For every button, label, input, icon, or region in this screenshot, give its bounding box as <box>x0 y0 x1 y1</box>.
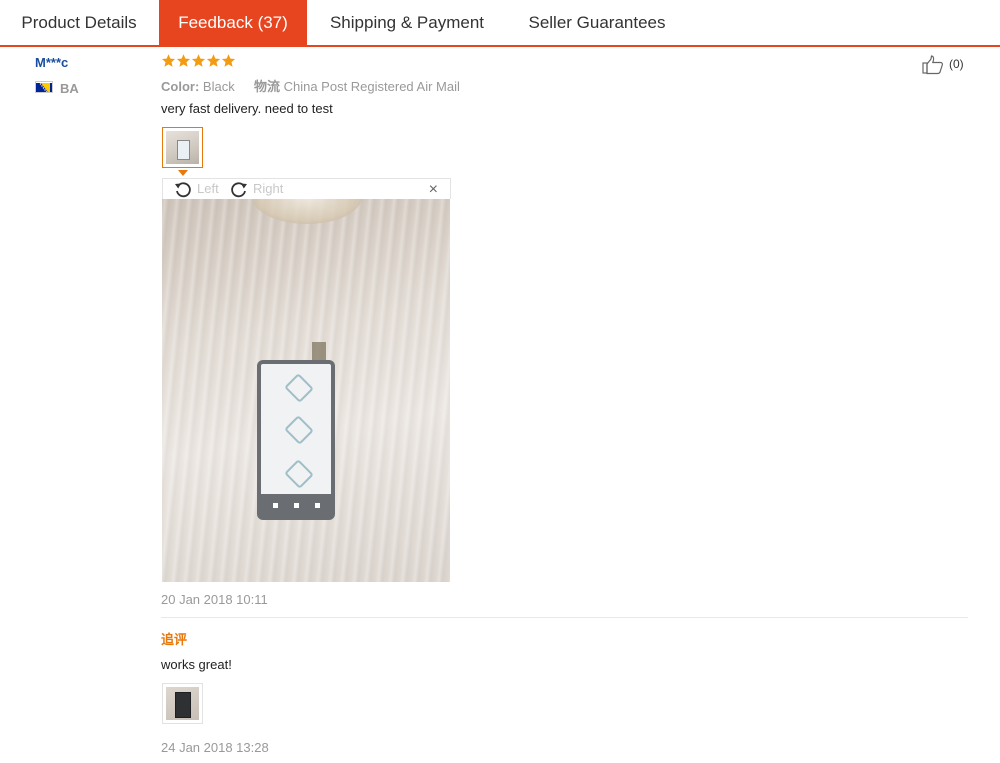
divider <box>161 617 968 618</box>
rotate-left-icon <box>175 182 191 198</box>
color-value: Black <box>202 79 235 94</box>
star-icon <box>221 54 236 67</box>
logistics-key: 物流 <box>253 79 280 94</box>
logistics-value: China Post Registered Air Mail <box>283 79 460 94</box>
tab-shipping-payment[interactable]: Shipping & Payment <box>307 0 507 45</box>
rotate-right-label: Right <box>253 181 284 196</box>
review-photo-large <box>162 199 450 582</box>
country-flag-icon <box>35 81 53 93</box>
rotate-right-button[interactable]: Right <box>229 179 299 199</box>
helpful-count: (0) <box>949 57 964 71</box>
review-date: 20 Jan 2018 10:11 <box>161 592 268 607</box>
selected-caret-icon <box>178 170 188 176</box>
buyer-name: M***c <box>35 55 69 70</box>
star-icon <box>176 54 191 67</box>
rotate-left-label: Left <box>197 181 219 196</box>
additional-feedback-text: works great! <box>161 657 232 672</box>
star-icon <box>191 54 206 67</box>
additional-photo-thumbnail[interactable] <box>162 683 203 724</box>
tab-product-details[interactable]: Product Details <box>0 0 158 45</box>
photo-viewer-toolbar: Left Right × <box>162 178 451 199</box>
rotate-left-button[interactable]: Left <box>173 179 223 199</box>
rotate-right-icon <box>231 182 247 198</box>
color-key: Color: <box>161 79 200 94</box>
buyer-country: BA <box>60 81 79 96</box>
review-attributes: Color: Black 物流 China Post Registered Ai… <box>161 76 460 95</box>
rating-stars <box>161 53 236 69</box>
tab-seller-guarantees[interactable]: Seller Guarantees <box>507 0 687 45</box>
star-icon <box>206 54 221 67</box>
tab-feedback[interactable]: Feedback (37) <box>159 0 307 45</box>
review-text: very fast delivery. need to test <box>161 101 333 116</box>
star-icon <box>161 54 176 67</box>
close-icon[interactable]: × <box>429 180 438 200</box>
review-photo-thumbnail[interactable] <box>162 127 203 168</box>
thumbnail-image <box>166 687 199 720</box>
thumbs-up-icon <box>922 55 944 75</box>
additional-feedback-title: 追评 <box>161 632 188 647</box>
product-photo-digitizer <box>257 360 335 520</box>
additional-feedback-date: 24 Jan 2018 13:28 <box>161 740 269 755</box>
tab-bar: Product Details Feedback (37) Shipping &… <box>0 0 1000 47</box>
thumbnail-image <box>166 131 199 164</box>
